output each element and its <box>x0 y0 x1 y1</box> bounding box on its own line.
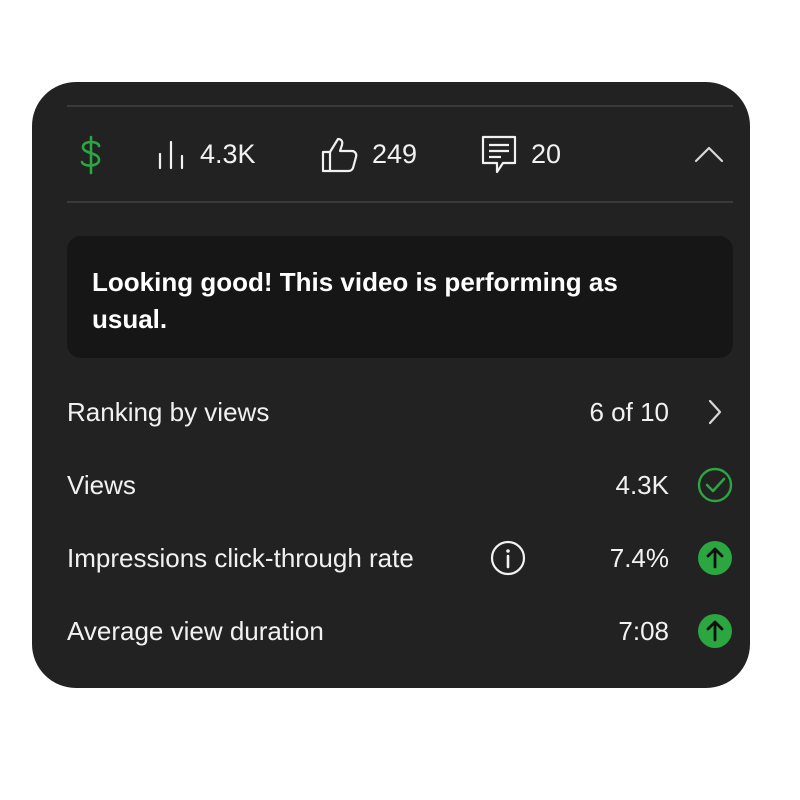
thumbs-up-icon <box>320 136 358 174</box>
metric-row-ctr: Impressions click-through rate 7.4% <box>67 528 733 588</box>
metric-row-avg-duration: Average view duration 7:08 <box>67 601 733 661</box>
performance-message: Looking good! This video is performing a… <box>67 236 733 358</box>
arrow-up-circle-icon <box>697 540 733 576</box>
monetization-stat[interactable] <box>79 108 103 201</box>
comments-stat[interactable]: 20 <box>481 108 561 201</box>
comments-count: 20 <box>531 139 562 169</box>
metric-label: Views <box>67 470 136 500</box>
metric-label: Impressions click-through rate <box>67 543 414 573</box>
top-divider <box>67 105 733 107</box>
stats-divider <box>67 201 733 203</box>
likes-stat[interactable]: 249 <box>320 108 417 201</box>
views-count: 4.3K <box>200 139 256 169</box>
arrow-up-circle-icon <box>697 613 733 649</box>
metric-label: Ranking by views <box>67 397 270 427</box>
metric-value: 7.4% <box>609 543 669 573</box>
metric-label: Average view duration <box>67 616 324 646</box>
metric-value: 4.3K <box>615 470 670 500</box>
metric-value: 7:08 <box>618 616 669 646</box>
collapse-button[interactable] <box>692 139 726 173</box>
check-circle-icon <box>697 467 733 503</box>
chevron-up-icon <box>694 145 724 168</box>
bar-chart-icon <box>156 140 186 170</box>
dollar-icon <box>79 135 103 175</box>
metric-value: 6 of 10 <box>589 397 669 427</box>
comment-icon <box>481 135 517 175</box>
performance-message-text: Looking good! This video is performing a… <box>92 267 618 334</box>
views-stat[interactable]: 4.3K <box>156 108 256 201</box>
metric-row-views: Views 4.3K <box>67 455 733 515</box>
info-icon[interactable] <box>490 540 526 576</box>
likes-count: 249 <box>372 139 418 169</box>
stats-bar: 4.3K 249 20 <box>32 108 750 201</box>
video-analytics-card: 4.3K 249 20 Looking good! This video is … <box>32 82 750 688</box>
chevron-right-icon <box>697 394 733 430</box>
metric-row-ranking[interactable]: Ranking by views 6 of 10 <box>67 382 733 442</box>
